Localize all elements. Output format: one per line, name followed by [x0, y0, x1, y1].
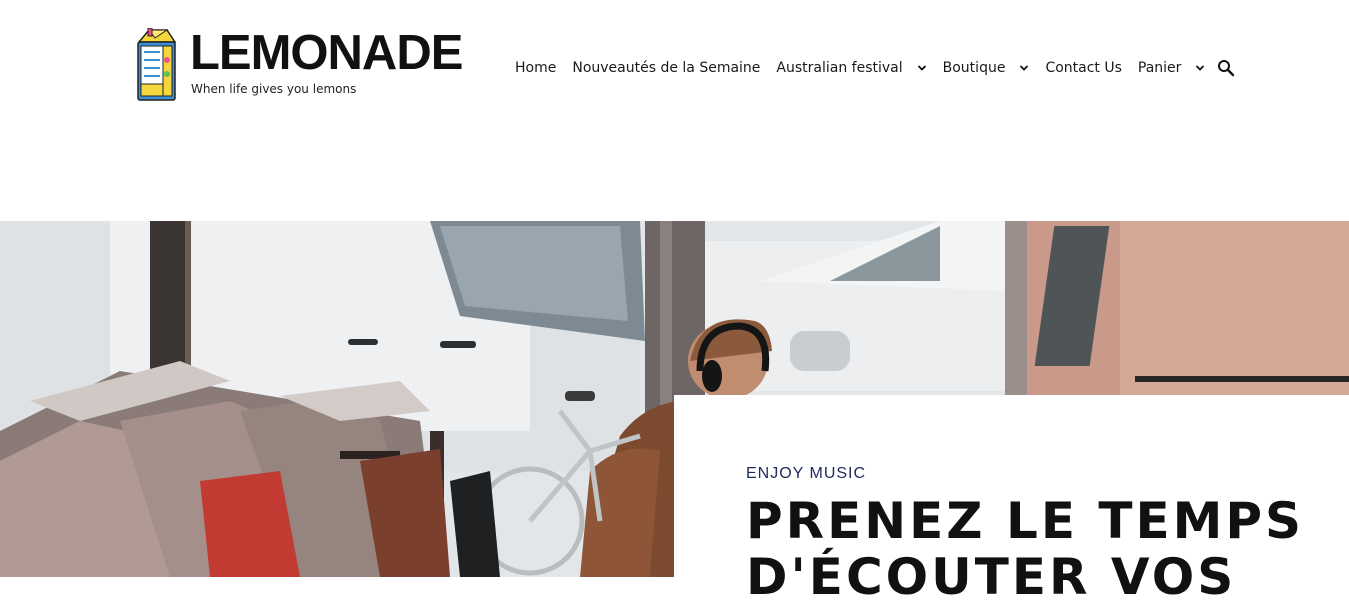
nav-item-label[interactable]: Nouveautés de la Semaine [572, 60, 760, 76]
primary-nav: Home Nouveautés de la Semaine Australian… [515, 56, 1235, 80]
nav-item-nouveautes[interactable]: Nouveautés de la Semaine [572, 60, 760, 76]
hero-kicker: ENJOY MUSIC [746, 465, 867, 482]
chevron-down-icon[interactable] [1019, 63, 1029, 73]
nav-item-home[interactable]: Home [515, 60, 556, 76]
nav-item-label[interactable]: Home [515, 60, 556, 76]
nav-item-label[interactable]: Boutique [943, 60, 1006, 76]
hero-headline: PRENEZ LE TEMPS D'ÉCOUTER VOS [746, 492, 1305, 606]
hero-text-card: ENJOY MUSIC PRENEZ LE TEMPS D'ÉCOUTER VO… [674, 395, 1349, 605]
lemonade-carton-logo-icon [137, 28, 177, 101]
nav-item-australian-festival[interactable]: Australian festival [776, 60, 926, 76]
nav-item-label[interactable]: Contact Us [1045, 60, 1121, 76]
nav-item-boutique[interactable]: Boutique [943, 60, 1030, 76]
chevron-down-icon[interactable] [917, 63, 927, 73]
site-tagline: When life gives you lemons [191, 82, 357, 96]
site-header: LEMONADE When life gives you lemons Home… [0, 0, 1349, 221]
home-logo-link[interactable]: LEMONADE When life gives you lemons [135, 26, 465, 102]
search-icon[interactable] [1217, 59, 1235, 77]
chevron-down-icon[interactable] [1195, 63, 1205, 73]
site-title[interactable]: LEMONADE [190, 26, 463, 80]
nav-item-contact-us[interactable]: Contact Us [1045, 60, 1121, 76]
nav-item-panier[interactable]: Panier [1138, 60, 1206, 76]
nav-item-label[interactable]: Australian festival [776, 60, 902, 76]
nav-item-label[interactable]: Panier [1138, 60, 1182, 76]
